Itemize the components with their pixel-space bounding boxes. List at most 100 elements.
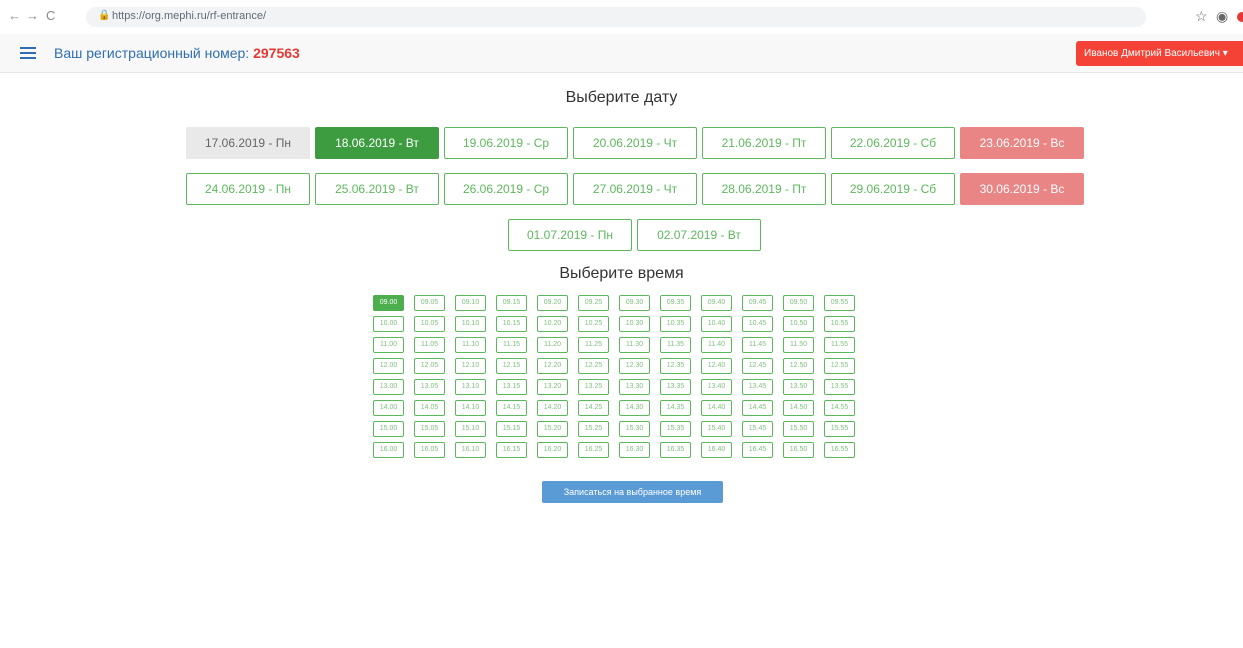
time-slot-button[interactable]: 09.15 [496,295,527,311]
time-slot-button[interactable]: 16.50 [783,442,814,458]
time-slot-button[interactable]: 11.25 [578,337,609,353]
time-slot-button[interactable]: 09.45 [742,295,773,311]
hamburger-menu-icon[interactable] [20,47,36,59]
back-icon[interactable]: ← [8,8,21,23]
time-slot-button[interactable]: 09.00 [373,295,404,311]
time-slot-button[interactable]: 15.30 [619,421,650,437]
date-button[interactable]: 19.06.2019 - Ср [444,127,568,159]
date-button[interactable]: 30.06.2019 - Вс [960,173,1084,205]
time-slot-button[interactable]: 12.40 [701,358,732,374]
time-slot-button[interactable]: 16.35 [660,442,691,458]
time-slot-button[interactable]: 11.50 [783,337,814,353]
time-slot-button[interactable]: 10.35 [660,316,691,332]
time-slot-button[interactable]: 10.40 [701,316,732,332]
time-slot-button[interactable]: 13.45 [742,379,773,395]
date-button[interactable]: 20.06.2019 - Чт [573,127,697,159]
time-slot-button[interactable]: 14.20 [537,400,568,416]
time-slot-button[interactable]: 11.30 [619,337,650,353]
time-slot-button[interactable]: 16.10 [455,442,486,458]
time-slot-button[interactable]: 10.30 [619,316,650,332]
time-slot-button[interactable]: 13.15 [496,379,527,395]
date-button[interactable]: 28.06.2019 - Пт [702,173,826,205]
time-slot-button[interactable]: 16.40 [701,442,732,458]
time-slot-button[interactable]: 16.20 [537,442,568,458]
time-slot-button[interactable]: 11.55 [824,337,855,353]
time-slot-button[interactable]: 11.20 [537,337,568,353]
time-slot-button[interactable]: 11.45 [742,337,773,353]
time-slot-button[interactable]: 15.10 [455,421,486,437]
time-slot-button[interactable]: 12.25 [578,358,609,374]
time-slot-button[interactable]: 14.05 [414,400,445,416]
time-slot-button[interactable]: 12.10 [455,358,486,374]
time-slot-button[interactable]: 12.15 [496,358,527,374]
profile-icon[interactable]: ◉ [1216,8,1228,25]
time-slot-button[interactable]: 15.55 [824,421,855,437]
menu-badge-icon[interactable] [1237,12,1243,22]
time-slot-button[interactable]: 11.15 [496,337,527,353]
time-slot-button[interactable]: 11.10 [455,337,486,353]
time-slot-button[interactable]: 13.05 [414,379,445,395]
time-slot-button[interactable]: 16.15 [496,442,527,458]
time-slot-button[interactable]: 13.20 [537,379,568,395]
time-slot-button[interactable]: 10.25 [578,316,609,332]
time-slot-button[interactable]: 09.30 [619,295,650,311]
time-slot-button[interactable]: 09.35 [660,295,691,311]
time-slot-button[interactable]: 16.25 [578,442,609,458]
address-url[interactable]: https://org.mephi.ru/rf-entrance/ [112,10,266,22]
time-slot-button[interactable]: 12.00 [373,358,404,374]
time-slot-button[interactable]: 15.20 [537,421,568,437]
time-slot-button[interactable]: 12.30 [619,358,650,374]
time-slot-button[interactable]: 12.55 [824,358,855,374]
time-slot-button[interactable]: 13.35 [660,379,691,395]
time-slot-button[interactable]: 10.15 [496,316,527,332]
submit-time-button[interactable]: Записаться на выбранное время [542,481,723,503]
time-slot-button[interactable]: 10.00 [373,316,404,332]
time-slot-button[interactable]: 14.45 [742,400,773,416]
time-slot-button[interactable]: 13.00 [373,379,404,395]
time-slot-button[interactable]: 15.00 [373,421,404,437]
star-icon[interactable]: ☆ [1195,8,1208,25]
time-slot-button[interactable]: 09.25 [578,295,609,311]
time-slot-button[interactable]: 10.45 [742,316,773,332]
time-slot-button[interactable]: 11.35 [660,337,691,353]
date-button[interactable]: 22.06.2019 - Сб [831,127,955,159]
time-slot-button[interactable]: 14.15 [496,400,527,416]
time-slot-button[interactable]: 16.30 [619,442,650,458]
time-slot-button[interactable]: 16.00 [373,442,404,458]
time-slot-button[interactable]: 12.20 [537,358,568,374]
date-button[interactable]: 01.07.2019 - Пн [508,219,632,251]
time-slot-button[interactable]: 14.10 [455,400,486,416]
time-slot-button[interactable]: 09.50 [783,295,814,311]
time-slot-button[interactable]: 14.55 [824,400,855,416]
time-slot-button[interactable]: 13.10 [455,379,486,395]
time-slot-button[interactable]: 13.40 [701,379,732,395]
time-slot-button[interactable]: 14.35 [660,400,691,416]
time-slot-button[interactable]: 11.00 [373,337,404,353]
reload-icon[interactable]: C [46,8,55,23]
time-slot-button[interactable]: 13.55 [824,379,855,395]
time-slot-button[interactable]: 11.40 [701,337,732,353]
time-slot-button[interactable]: 09.55 [824,295,855,311]
time-slot-button[interactable]: 15.25 [578,421,609,437]
date-button[interactable]: 26.06.2019 - Ср [444,173,568,205]
time-slot-button[interactable]: 09.40 [701,295,732,311]
time-slot-button[interactable]: 14.25 [578,400,609,416]
time-slot-button[interactable]: 12.50 [783,358,814,374]
date-button[interactable]: 17.06.2019 - Пн [186,127,310,159]
user-menu-button[interactable]: Иванов Дмитрий Васильевич ▾ [1076,41,1243,66]
time-slot-button[interactable]: 12.35 [660,358,691,374]
time-slot-button[interactable]: 13.50 [783,379,814,395]
date-button[interactable]: 21.06.2019 - Пт [702,127,826,159]
time-slot-button[interactable]: 10.05 [414,316,445,332]
time-slot-button[interactable]: 13.30 [619,379,650,395]
time-slot-button[interactable]: 15.40 [701,421,732,437]
time-slot-button[interactable]: 15.45 [742,421,773,437]
time-slot-button[interactable]: 14.30 [619,400,650,416]
time-slot-button[interactable]: 09.05 [414,295,445,311]
time-slot-button[interactable]: 09.20 [537,295,568,311]
time-slot-button[interactable]: 15.15 [496,421,527,437]
date-button[interactable]: 27.06.2019 - Чт [573,173,697,205]
date-button[interactable]: 29.06.2019 - Сб [831,173,955,205]
time-slot-button[interactable]: 10.50 [783,316,814,332]
time-slot-button[interactable]: 14.00 [373,400,404,416]
